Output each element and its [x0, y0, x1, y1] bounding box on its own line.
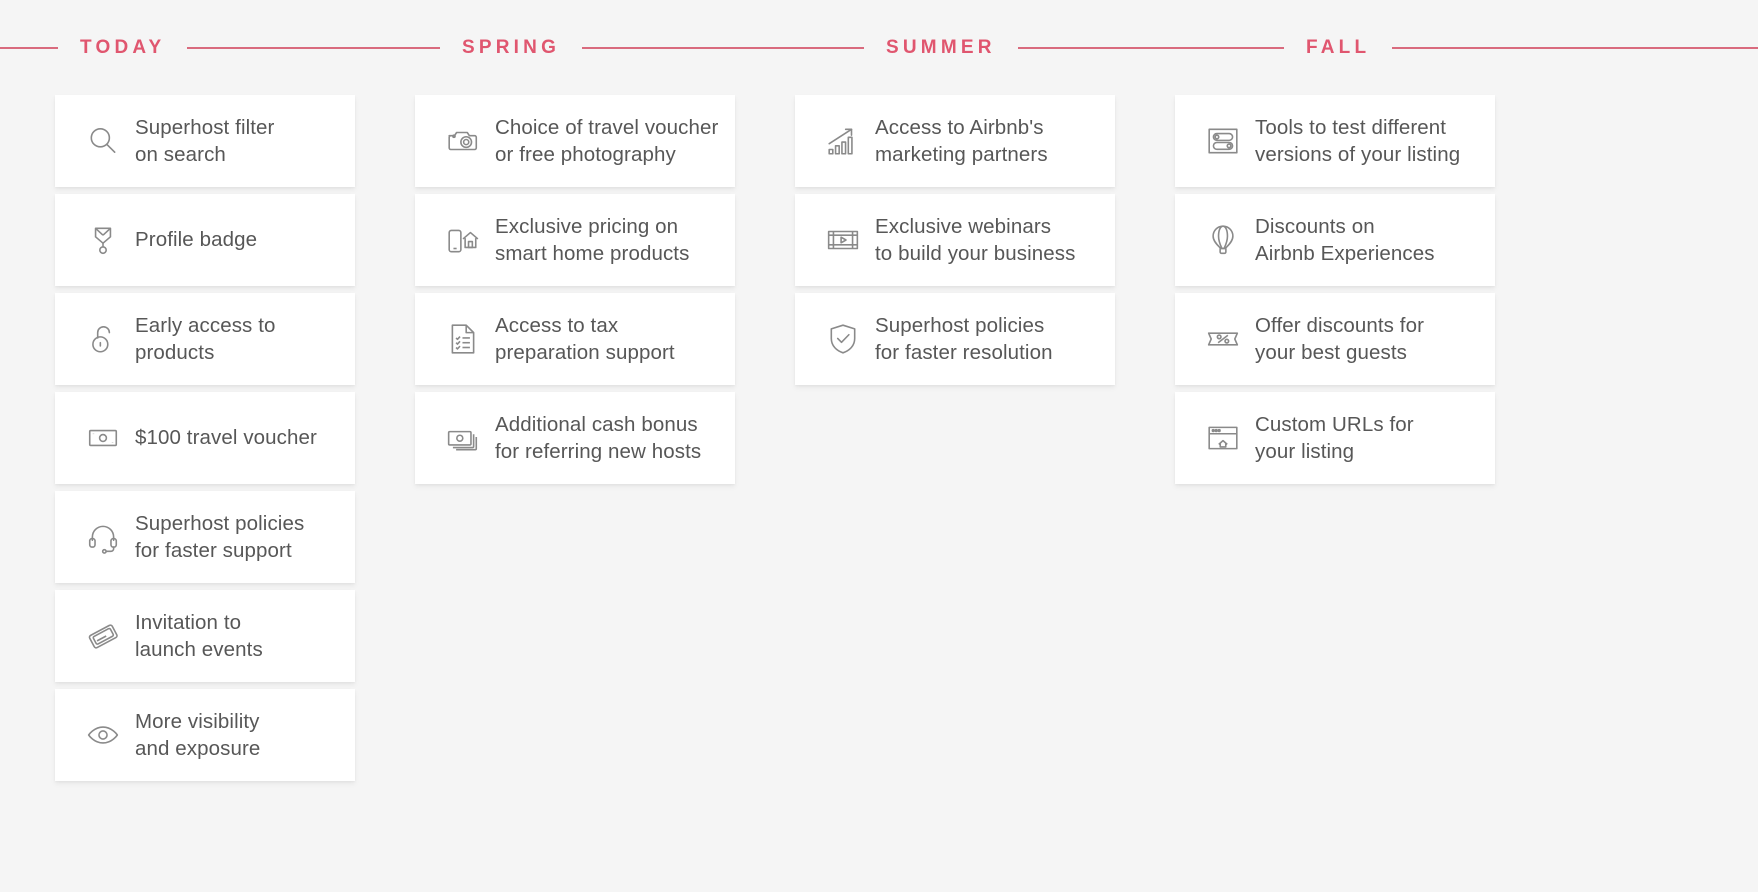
benefit-label: Discounts on Airbnb Experiences — [1255, 214, 1435, 265]
camera-icon — [437, 119, 489, 163]
benefit-card[interactable]: Offer discounts for your best guests — [1175, 293, 1495, 385]
benefit-card[interactable]: Early access to products — [55, 293, 355, 385]
benefit-card[interactable]: Access to Airbnb's marketing partners — [795, 95, 1115, 187]
benefit-label: Superhost policies for faster support — [135, 511, 305, 562]
video-webinar-icon — [817, 218, 869, 262]
benefit-card[interactable]: $100 travel voucher — [55, 392, 355, 484]
column-today: Superhost filter on search Profile badge… — [0, 95, 380, 788]
smart-home-phone-icon — [437, 218, 489, 262]
browser-window-icon — [1197, 416, 1249, 460]
benefit-card[interactable]: Discounts on Airbnb Experiences — [1175, 194, 1495, 286]
benefit-card[interactable]: Additional cash bonus for referring new … — [415, 392, 735, 484]
benefit-card[interactable]: Choice of travel voucher or free photogr… — [415, 95, 735, 187]
benefit-label: Exclusive webinars to build your busines… — [875, 214, 1076, 265]
benefit-label: Profile badge — [135, 228, 258, 252]
benefit-label: Tools to test different versions of your… — [1255, 115, 1461, 166]
tax-document-checklist-icon — [437, 317, 489, 361]
benefit-label: $100 travel voucher — [135, 426, 317, 450]
timeline-section-summer: SUMMER — [864, 0, 1284, 95]
column-summer: Access to Airbnb's marketing partners Ex… — [760, 95, 1140, 788]
timeline-rule — [1392, 46, 1758, 49]
benefit-card[interactable]: Invitation to launch events — [55, 590, 355, 682]
medal-badge-icon — [77, 218, 129, 262]
benefit-card[interactable]: Exclusive webinars to build your busines… — [795, 194, 1115, 286]
benefit-label: Offer discounts for your best guests — [1255, 313, 1425, 364]
timeline-label-today: TODAY — [80, 37, 166, 58]
timeline-rule — [0, 46, 58, 49]
timeline-header: TODAY SPRING SUMMER FALL — [0, 0, 1758, 95]
benefit-label: Superhost filter on search — [135, 115, 275, 166]
benefit-label: Early access to products — [135, 313, 276, 364]
benefit-columns: Superhost filter on search Profile badge… — [0, 95, 1758, 788]
search-icon — [77, 119, 129, 163]
benefit-label: Access to tax preparation support — [495, 313, 675, 364]
invitation-ticket-icon — [77, 614, 129, 658]
timeline-section-spring: SPRING — [440, 0, 864, 95]
timeline-rule — [1017, 46, 1284, 49]
unlocked-padlock-icon — [77, 317, 129, 361]
benefit-card[interactable]: Superhost policies for faster resolution — [795, 293, 1115, 385]
column-fall: Tools to test different versions of your… — [1140, 95, 1520, 788]
ab-test-toggles-icon — [1197, 119, 1249, 163]
eye-visibility-icon — [77, 713, 129, 757]
timeline-section-today: TODAY — [0, 0, 440, 95]
timeline-rule — [582, 46, 864, 49]
growth-bar-chart-icon — [817, 119, 869, 163]
percent-coupon-icon — [1197, 317, 1249, 361]
timeline-label-summer: SUMMER — [886, 37, 996, 58]
benefit-card[interactable]: Profile badge — [55, 194, 355, 286]
benefit-label: More visibility and exposure — [135, 709, 261, 760]
benefit-card[interactable]: Exclusive pricing on smart home products — [415, 194, 735, 286]
headset-support-icon — [77, 515, 129, 559]
timeline-rule — [187, 46, 440, 49]
benefit-label: Invitation to launch events — [135, 610, 263, 661]
benefit-label: Exclusive pricing on smart home products — [495, 214, 690, 265]
cash-stack-icon — [437, 416, 489, 460]
shield-check-icon — [817, 317, 869, 361]
timeline-label-fall: FALL — [1306, 37, 1371, 58]
column-spring: Choice of travel voucher or free photogr… — [380, 95, 760, 788]
benefit-card[interactable]: Access to tax preparation support — [415, 293, 735, 385]
hot-air-balloon-icon — [1197, 218, 1249, 262]
benefit-label: Access to Airbnb's marketing partners — [875, 115, 1048, 166]
cash-banknote-icon — [77, 416, 129, 460]
benefit-card[interactable]: Tools to test different versions of your… — [1175, 95, 1495, 187]
benefit-label: Superhost policies for faster resolution — [875, 313, 1053, 364]
benefit-card[interactable]: More visibility and exposure — [55, 689, 355, 781]
timeline-label-spring: SPRING — [462, 37, 561, 58]
benefit-label: Custom URLs for your listing — [1255, 412, 1414, 463]
benefit-card[interactable]: Custom URLs for your listing — [1175, 392, 1495, 484]
benefit-label: Choice of travel voucher or free photogr… — [495, 115, 719, 166]
benefit-card[interactable]: Superhost policies for faster support — [55, 491, 355, 583]
benefit-card[interactable]: Superhost filter on search — [55, 95, 355, 187]
benefit-label: Additional cash bonus for referring new … — [495, 412, 702, 463]
timeline-section-fall: FALL — [1284, 0, 1758, 95]
